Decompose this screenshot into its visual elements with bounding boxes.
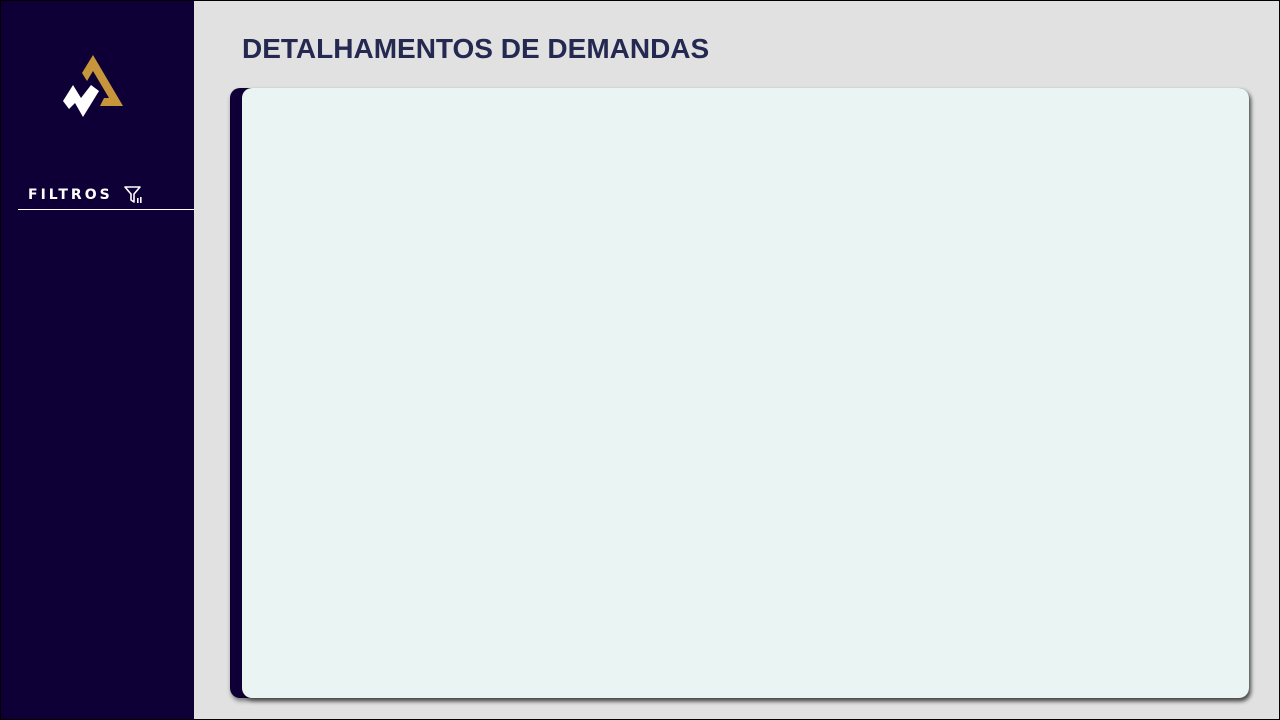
page-title: DETALHAMENTOS DE DEMANDAS bbox=[242, 33, 710, 64]
filter-icon[interactable] bbox=[123, 185, 145, 205]
sidebar: FILTROS bbox=[1, 1, 194, 719]
filters-toggle[interactable]: FILTROS bbox=[18, 181, 194, 210]
content-panel bbox=[242, 88, 1249, 698]
app-window: FILTROS DETALHAMENTOS DE DEMANDAS bbox=[0, 0, 1280, 720]
brand-logo-icon bbox=[63, 55, 123, 117]
filters-label: FILTROS bbox=[28, 187, 113, 203]
